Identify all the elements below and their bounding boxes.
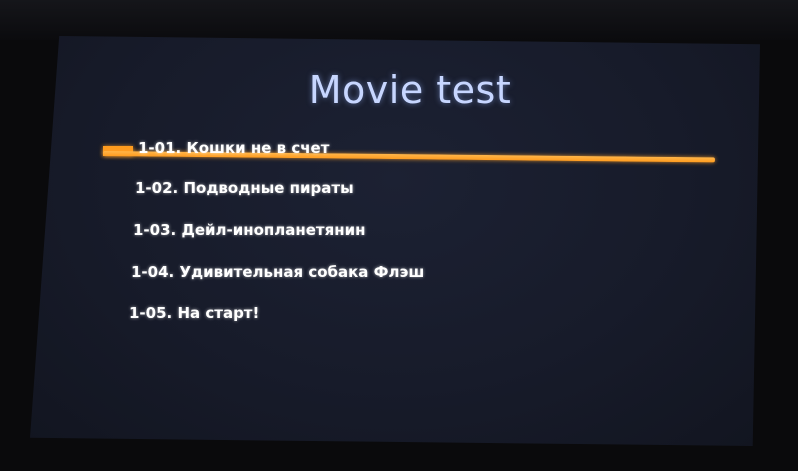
menu-item-episode-1-04[interactable]: 1-04. Удивительная собака Флэш (131, 263, 424, 281)
episode-menu: 1-01. Кошки не в счет 1-02. Подводные пи… (0, 0, 798, 471)
menu-item-episode-1-01[interactable]: 1-01. Кошки не в счет (138, 139, 329, 157)
menu-item-episode-1-03[interactable]: 1-03. Дейл-инопланетянин (133, 221, 365, 239)
menu-item-episode-1-02[interactable]: 1-02. Подводные пираты (135, 179, 354, 197)
menu-item-episode-1-05[interactable]: 1-05. На старт! (129, 304, 259, 322)
